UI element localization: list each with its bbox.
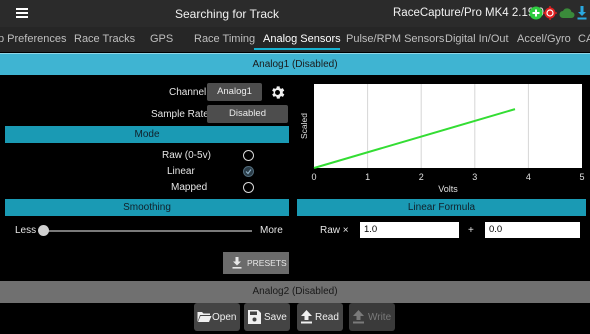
chart-y-axis-label: Scaled <box>299 113 309 139</box>
mode-option-linear-label: Linear <box>167 166 195 177</box>
mode-header: Mode <box>5 126 289 143</box>
read-label: Read <box>315 312 339 323</box>
smoothing-slider-track[interactable] <box>44 230 252 232</box>
tab-pulse-rpm-sensors[interactable]: Pulse/RPM Sensors <box>346 33 444 45</box>
analog2-header[interactable]: Analog2 (Disabled) <box>0 281 590 303</box>
upload-icon <box>353 310 364 324</box>
mode-mapped-radio[interactable] <box>243 182 254 193</box>
offset-input[interactable] <box>485 222 580 238</box>
tab-gps[interactable]: GPS <box>150 33 173 45</box>
chart-x-tick-label: 5 <box>579 172 584 182</box>
chart-x-tick-label: 4 <box>526 172 531 182</box>
tab-race-tracks[interactable]: Race Tracks <box>74 33 135 45</box>
save-icon <box>248 310 261 324</box>
hamburger-menu-icon[interactable] <box>16 8 28 18</box>
raw-multiplier-label: Raw × <box>320 225 349 236</box>
gear-icon[interactable] <box>269 84 286 101</box>
open-label: Open <box>212 312 237 323</box>
channel-name-button[interactable]: Analog1 <box>207 83 262 101</box>
chart-x-axis-label: Volts <box>438 184 458 194</box>
cloud-icon[interactable] <box>559 6 575 20</box>
write-button[interactable]: Write <box>349 303 395 331</box>
save-label: Save <box>264 312 287 323</box>
target-icon[interactable] <box>543 6 557 20</box>
folder-open-icon <box>197 312 212 322</box>
smoothing-less-label: Less <box>15 225 37 236</box>
read-button[interactable]: Read <box>297 303 343 331</box>
tab-race-timing[interactable]: Race Timing <box>194 33 255 45</box>
tab-app-preferences[interactable]: p Preferences <box>0 33 66 45</box>
mode-option-raw-label: Raw (0-5v) <box>162 150 211 161</box>
download-icon <box>232 257 242 269</box>
open-button[interactable]: Open <box>194 303 240 331</box>
sample-rate-select[interactable]: Disabled <box>207 105 288 123</box>
tab-digital-in-out[interactable]: Digital In/Out <box>445 33 509 45</box>
download-icon[interactable] <box>577 6 587 20</box>
chart-x-tick-label: 2 <box>419 172 424 182</box>
save-button[interactable]: Save <box>244 303 290 331</box>
presets-button[interactable]: PRESETS <box>223 252 289 274</box>
channel-header[interactable]: Analog1 (Disabled) <box>0 53 590 75</box>
tab-accel-gyro[interactable]: Accel/Gyro <box>517 33 571 45</box>
mode-raw-radio[interactable] <box>243 150 254 161</box>
plus-label: + <box>468 225 474 236</box>
sample-rate-label: Sample Rate <box>151 109 209 120</box>
chart-x-tick-label: 3 <box>472 172 477 182</box>
chart-x-tick-label: 1 <box>365 172 370 182</box>
tab-can[interactable]: CA <box>578 33 590 45</box>
check-icon <box>245 169 252 175</box>
mode-option-mapped-label: Mapped <box>171 182 208 193</box>
add-icon[interactable] <box>529 6 543 20</box>
smoothing-more-label: More <box>260 225 283 236</box>
write-label: Write <box>368 312 392 323</box>
channel-label: Channel <box>169 87 207 98</box>
presets-label: PRESETS <box>247 258 287 268</box>
upload-icon <box>301 310 312 324</box>
connection-status: Searching for Track <box>175 7 280 21</box>
chart-x-tick-label: 0 <box>311 172 316 182</box>
title-bar: Searching for Track RaceCapture/Pro MK4 … <box>0 0 590 27</box>
smoothing-slider-thumb[interactable] <box>38 225 49 236</box>
linear-formula-header: Linear Formula <box>297 199 586 216</box>
scaling-chart: 0 1 2 3 4 5 Volts Scaled <box>299 84 585 194</box>
mode-linear-radio[interactable] <box>243 166 254 177</box>
smoothing-header: Smoothing <box>5 199 289 216</box>
tab-analog-sensors[interactable]: Analog Sensors <box>263 33 341 45</box>
active-tab-indicator <box>254 48 340 50</box>
device-name: RaceCapture/Pro MK4 2.19.0 <box>393 7 544 19</box>
multiplier-input[interactable] <box>360 222 459 238</box>
